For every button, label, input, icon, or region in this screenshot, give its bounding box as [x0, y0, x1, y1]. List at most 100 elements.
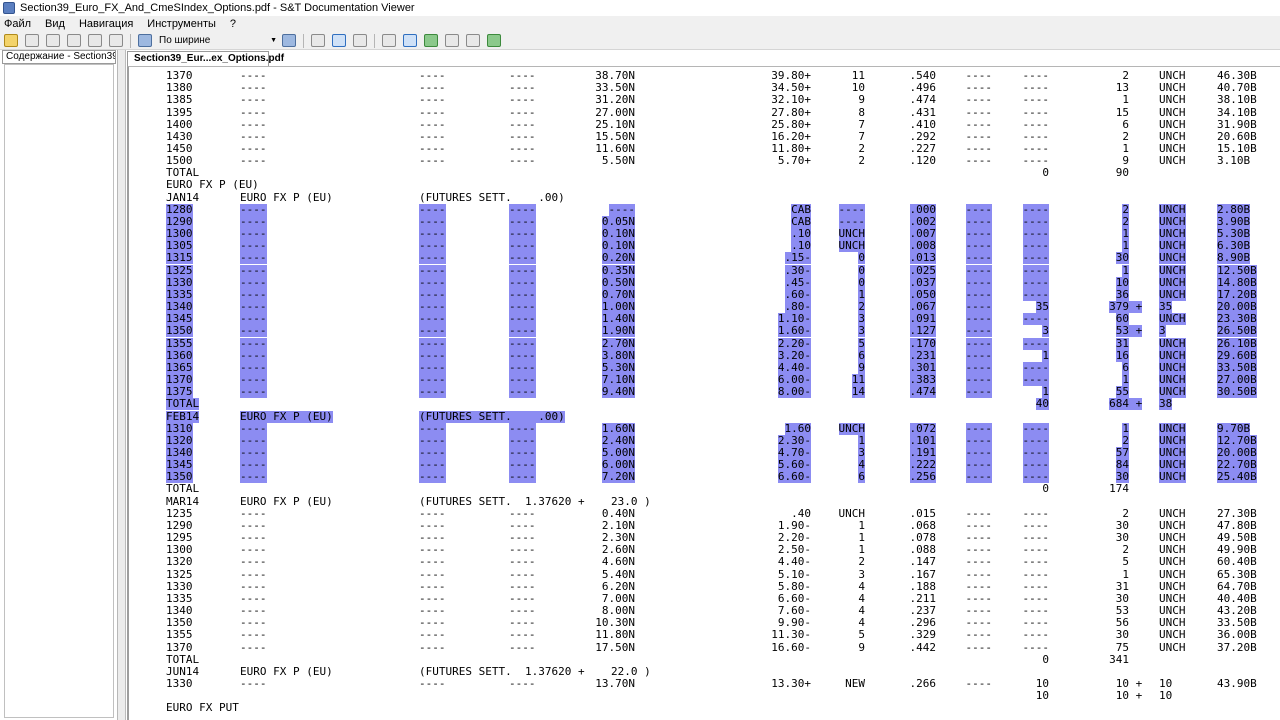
menu-tools[interactable]: Инструменты: [147, 18, 216, 30]
table-cell: ----: [1022, 214, 1049, 228]
menu-file[interactable]: Файл: [4, 18, 31, 30]
table-cell: ----: [965, 202, 992, 216]
table-cell: 1345: [166, 458, 193, 472]
table-row: 1385 ---- ---- ---- 31.20N 32.10+ 9 .474 ---- ---…: [129, 94, 1280, 106]
table-cell: ----: [1022, 360, 1049, 374]
table-cell: ----: [1022, 239, 1049, 253]
print-icon[interactable]: [25, 34, 39, 47]
table-cell: ----: [240, 336, 267, 350]
table-cell: 12.50B: [1217, 263, 1257, 277]
table-cell: ----: [509, 567, 536, 581]
table-cell: 7.20N: [601, 470, 635, 484]
table-cell: 35: [1159, 300, 1173, 313]
table-cell: 7: [858, 129, 865, 143]
table-cell: ----: [240, 360, 267, 374]
text-select-icon[interactable]: [403, 34, 417, 47]
copy-page-icon[interactable]: [466, 34, 480, 47]
table-cell: UNCH: [1159, 105, 1186, 119]
table-cell: .296: [909, 616, 937, 630]
table-cell: ----: [509, 543, 536, 557]
table-cell: ----: [509, 117, 536, 131]
table-cell: 3.90B: [1217, 214, 1251, 228]
table-cell: UNCH: [1159, 348, 1186, 362]
table-cell: ----: [509, 579, 536, 593]
table-cell: 1325: [166, 567, 193, 581]
table-cell: ----: [509, 251, 536, 265]
table-cell: ----: [1022, 93, 1050, 107]
table-cell: 3: [858, 567, 865, 581]
hand-tool-icon[interactable]: [382, 34, 396, 47]
zoom-tool-icon[interactable]: [445, 34, 459, 47]
table-cell: 9: [858, 93, 865, 107]
table-cell: UNCH: [1159, 433, 1186, 447]
table-cell: UNCH: [1159, 628, 1186, 642]
table-cell: 12.70B: [1217, 433, 1257, 447]
table-cell: EURO FX P (EU): [240, 190, 333, 204]
menu-view[interactable]: Вид: [45, 18, 65, 30]
document-view[interactable]: 1370 ---- ---- ---- 38.70N 39.80+ 11.540 ---- --…: [127, 66, 1280, 720]
table-cell: 34.10B: [1217, 105, 1257, 119]
binoculars-icon[interactable]: [353, 34, 367, 47]
table-cell: .147: [909, 555, 937, 569]
table-cell: TOTAL: [166, 482, 200, 496]
table-cell: 2: [858, 555, 865, 569]
table-cell: ----: [419, 640, 446, 654]
table-cell: 3.80N: [601, 348, 635, 362]
copy-icon[interactable]: [88, 34, 102, 47]
panel-splitter[interactable]: [118, 50, 126, 720]
table-cell: ----: [1022, 154, 1050, 168]
contents-tab[interactable]: Содержание - Section39_Eu: [2, 50, 116, 64]
table-cell: 1: [1122, 421, 1129, 435]
table-cell: UNCH: [1159, 69, 1186, 82]
table-cell: ----: [240, 567, 267, 581]
table-cell: ----: [1022, 69, 1050, 82]
table-row: 1400 ---- ---- ---- 25.10N 25.80+ 7 .410 ---- ---…: [129, 117, 1280, 131]
zoom-select[interactable]: По ширине ▼: [159, 34, 277, 48]
table-cell: 2.10N: [601, 518, 635, 532]
table-cell: 1.90N: [601, 324, 635, 338]
select-icon[interactable]: [46, 34, 60, 47]
table-cell: 49.90B: [1217, 543, 1257, 557]
table-cell: 6.20N: [601, 579, 635, 593]
snapshot-icon[interactable]: [424, 34, 438, 47]
table-cell: ----: [419, 385, 446, 399]
table-cell: 31.90B: [1217, 117, 1257, 131]
table-cell: 1395: [166, 105, 193, 119]
fit-page-icon[interactable]: [311, 34, 325, 47]
document-tab[interactable]: Section39_Eur...ex_Options.pdf: [127, 51, 284, 66]
table-cell: 6: [1122, 117, 1129, 131]
table-row: 1395 ---- ---- ---- 27.00N 27.80+ 8 .431 ---- ---…: [129, 105, 1280, 119]
page-icon[interactable]: [109, 34, 123, 47]
table-cell: UNCH: [1159, 263, 1186, 277]
table-cell: 1320: [166, 433, 193, 447]
table-cell: 3: [1042, 324, 1049, 338]
table-cell: ----: [965, 458, 992, 472]
table-cell: 1300: [166, 543, 193, 557]
table-cell: ----: [240, 433, 267, 447]
table-row: 1430 ---- ---- ---- 15.50N 16.20+ 7 .292 ---- ---…: [129, 129, 1280, 143]
refresh-icon[interactable]: [487, 34, 501, 47]
open-folder-icon[interactable]: [4, 34, 18, 47]
menu-navigation[interactable]: Навигация: [79, 18, 133, 30]
annotate-icon[interactable]: [67, 34, 81, 47]
menu-help[interactable]: ?: [230, 18, 236, 30]
table-cell: ----: [509, 105, 536, 119]
zoom-in-icon[interactable]: [282, 34, 296, 47]
table-cell: .15-: [784, 251, 811, 265]
table-cell: ----: [240, 105, 267, 119]
table-cell: 5.50N: [601, 154, 635, 168]
table-cell: 6.30B: [1217, 239, 1251, 253]
zoom-out-icon[interactable]: [138, 34, 152, 47]
table-cell: ----: [240, 93, 267, 107]
table-cell: UNCH: [1159, 555, 1186, 569]
table-row: 1290 ---- ---- ---- 0.05N CAB ---- .002 ---- ----…: [129, 214, 1280, 228]
table-cell: 1370: [166, 640, 193, 654]
table-row: TOTAL 0 174: [129, 483, 1280, 495]
table-cell: 31.20N: [595, 93, 635, 107]
table-cell: .474: [909, 93, 937, 107]
table-cell: 1370: [166, 373, 193, 386]
contents-tree[interactable]: [4, 64, 114, 718]
table-cell: ----: [1022, 555, 1050, 569]
fit-width-icon[interactable]: [332, 34, 346, 47]
table-cell: 0: [1042, 482, 1049, 496]
